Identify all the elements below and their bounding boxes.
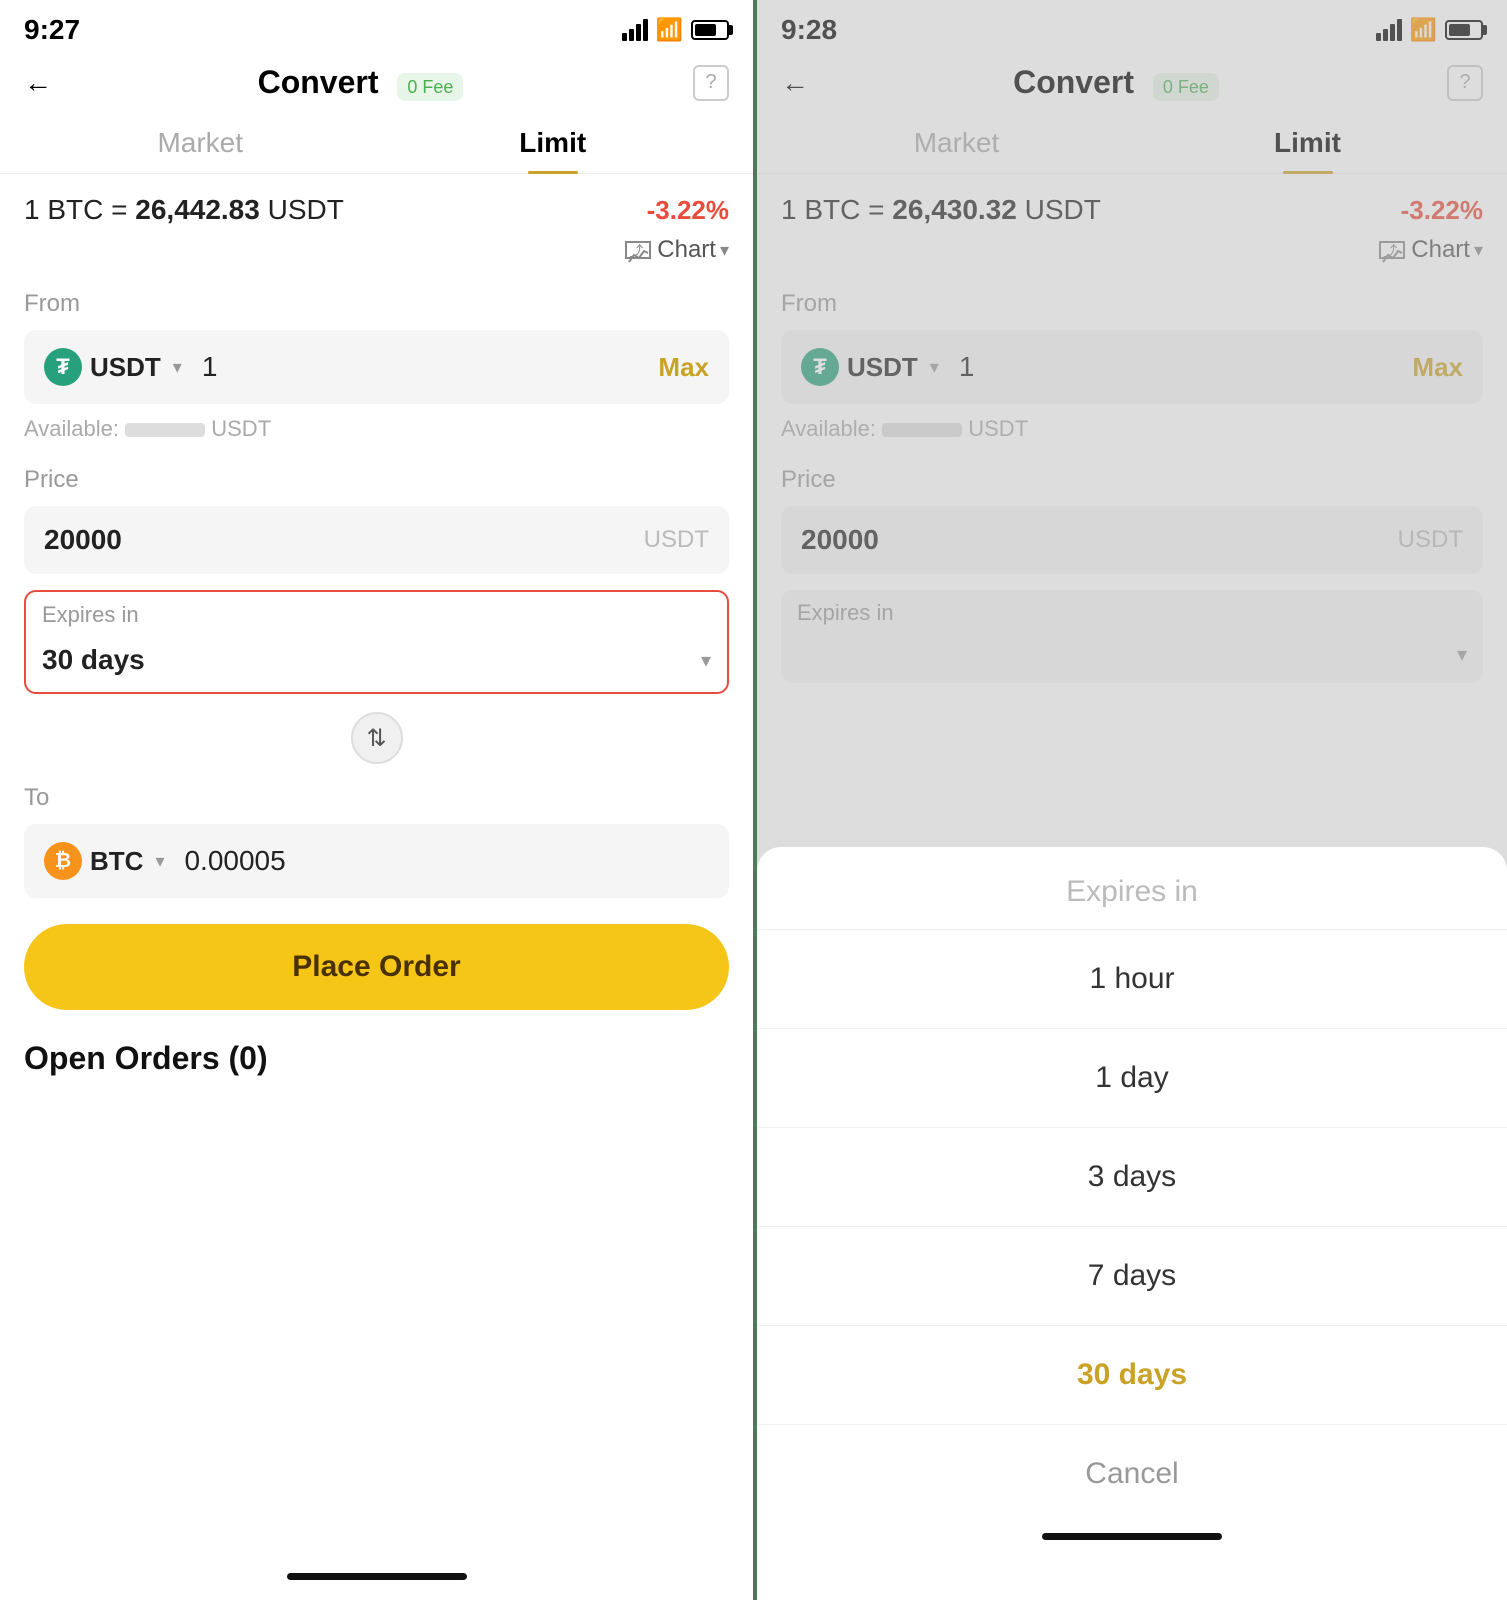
wifi-icon: 📶 — [656, 17, 683, 43]
expires-section-left: Expires in 30 days ▾ — [24, 590, 729, 694]
price-label-left: Price — [0, 454, 753, 500]
expires-row-left[interactable]: 30 days ▾ — [26, 632, 727, 692]
expires-dropdown-icon-left: ▾ — [701, 648, 711, 673]
swap-button-left[interactable]: ⇅ — [351, 712, 403, 764]
price-unit-left: USDT — [644, 526, 709, 554]
to-input-row-left: ₿ BTC ▾ 0.00005 — [24, 824, 729, 898]
home-bar-right — [1042, 1533, 1222, 1540]
to-dropdown-arrow-left: ▾ — [155, 851, 164, 872]
to-amount-input-left[interactable]: 0.00005 — [184, 845, 709, 877]
help-button-left[interactable]: ? — [693, 65, 729, 101]
chart-icon-left — [625, 241, 651, 259]
tab-market-left[interactable]: Market — [24, 111, 377, 173]
fee-badge-left: 0 Fee — [397, 73, 463, 101]
sheet-option-3days[interactable]: 3 days — [757, 1128, 1507, 1227]
open-orders-left: Open Orders (0) — [0, 1030, 753, 1087]
to-currency-selector-left[interactable]: ₿ BTC ▾ — [44, 842, 164, 880]
sheet-option-1day[interactable]: 1 day — [757, 1029, 1507, 1128]
right-screen: 9:28 📶 ← Convert 0 Fee ? Market Limit 1 … — [753, 0, 1507, 1600]
from-amount-input-left[interactable]: 1 — [202, 351, 647, 383]
status-icons-left: 📶 — [622, 17, 729, 43]
home-indicator-left — [0, 1573, 753, 1600]
from-label-left: From — [0, 278, 753, 324]
left-screen: 9:27 📶 ← Convert 0 Fee ? Market Limit 1 … — [0, 0, 753, 1600]
to-currency-name-left: BTC — [90, 846, 143, 877]
chevron-down-icon: ▾ — [720, 240, 729, 261]
bottom-sheet: Expires in 1 hour 1 day 3 days 7 days 30… — [757, 847, 1507, 1600]
home-indicator-right — [757, 1533, 1507, 1560]
tabs-left: Market Limit — [0, 111, 753, 174]
from-currency-name-left: USDT — [90, 352, 161, 383]
tab-limit-left[interactable]: Limit — [377, 111, 730, 173]
place-order-button-left[interactable]: Place Order — [24, 924, 729, 1010]
battery-icon — [691, 20, 729, 40]
sheet-option-1hour[interactable]: 1 hour — [757, 930, 1507, 1029]
from-currency-selector-left[interactable]: ₮ USDT ▾ — [44, 348, 182, 386]
home-bar-left — [287, 1573, 467, 1580]
usdt-icon-left: ₮ — [44, 348, 82, 386]
price-value-left[interactable]: 20000 — [44, 524, 644, 556]
swap-btn-row-left: ⇅ — [0, 712, 753, 764]
expires-value-left: 30 days — [42, 644, 701, 676]
chart-link-left[interactable]: Chart ▾ — [0, 232, 753, 278]
rate-text-left: 1 BTC = 26,442.83 USDT — [24, 194, 344, 226]
btc-icon-left: ₿ — [44, 842, 82, 880]
price-row-left: 20000 USDT — [24, 506, 729, 574]
sheet-option-30days[interactable]: 30 days — [757, 1326, 1507, 1425]
available-text-left: Available: USDT — [0, 410, 753, 454]
available-blur-left — [125, 423, 205, 437]
from-dropdown-arrow-left: ▾ — [173, 357, 182, 378]
to-label-left: To — [0, 772, 753, 818]
status-bar-left: 9:27 📶 — [0, 0, 753, 54]
sheet-option-7days[interactable]: 7 days — [757, 1227, 1507, 1326]
expires-label-left: Expires in — [26, 592, 727, 632]
sheet-header: Expires in — [757, 847, 1507, 930]
sheet-option-cancel[interactable]: Cancel — [757, 1425, 1507, 1523]
max-button-left[interactable]: Max — [658, 352, 709, 383]
header-left: ← Convert 0 Fee ? — [0, 54, 753, 111]
rate-change-left: -3.22% — [647, 195, 729, 226]
page-title-left: Convert 0 Fee — [28, 64, 693, 101]
signal-icon — [622, 19, 648, 41]
status-time-left: 9:27 — [24, 14, 80, 46]
rate-row-left: 1 BTC = 26,442.83 USDT -3.22% — [0, 174, 753, 232]
from-input-row-left: ₮ USDT ▾ 1 Max — [24, 330, 729, 404]
